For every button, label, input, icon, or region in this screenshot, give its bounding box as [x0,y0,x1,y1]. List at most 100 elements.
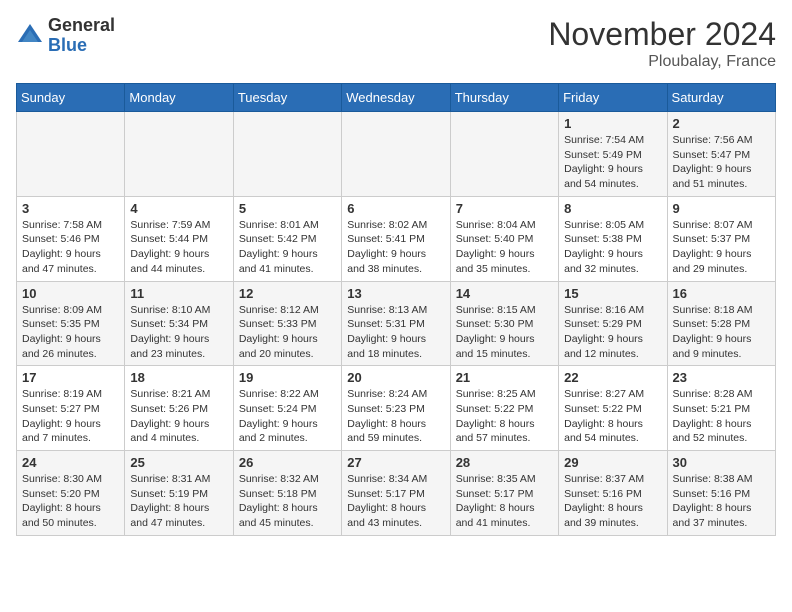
day-number: 1 [564,116,661,131]
day-number: 2 [673,116,770,131]
day-info: Sunrise: 8:37 AMSunset: 5:16 PMDaylight:… [564,472,661,531]
day-info: Sunrise: 7:59 AMSunset: 5:44 PMDaylight:… [130,218,227,277]
calendar-table: SundayMondayTuesdayWednesdayThursdayFrid… [16,83,776,536]
day-number: 7 [456,201,553,216]
weekday-header-wednesday: Wednesday [342,84,450,112]
calendar-week-2: 3 Sunrise: 7:58 AMSunset: 5:46 PMDaylight… [17,196,776,281]
day-number: 9 [673,201,770,216]
day-info: Sunrise: 8:13 AMSunset: 5:31 PMDaylight:… [347,303,444,362]
day-info: Sunrise: 8:34 AMSunset: 5:17 PMDaylight:… [347,472,444,531]
day-number: 15 [564,286,661,301]
day-info: Sunrise: 8:18 AMSunset: 5:28 PMDaylight:… [673,303,770,362]
day-number: 11 [130,286,227,301]
calendar-day-25: 25 Sunrise: 8:31 AMSunset: 5:19 PMDayligh… [125,451,233,536]
calendar-day-23: 23Sunrise: 8:28 AMSunset: 5:21 PMDayligh… [667,366,775,451]
calendar-day-19: 19Sunrise: 8:22 AMSunset: 5:24 PMDayligh… [233,366,341,451]
logo: General Blue [16,16,115,56]
logo-blue: Blue [48,35,87,55]
day-info: Sunrise: 8:38 AMSunset: 5:16 PMDaylight:… [673,472,770,531]
calendar-day-17: 17 Sunrise: 8:19 AMSunset: 5:27 PMDayligh… [17,366,125,451]
day-number: 26 [239,455,336,470]
calendar-day-18: 18 Sunrise: 8:21 AMSunset: 5:26 PMDayligh… [125,366,233,451]
calendar-day-14: 14 Sunrise: 8:15 AMSunset: 5:30 PMDayligh… [450,281,558,366]
day-info: Sunrise: 8:09 AMSunset: 5:35 PMDaylight:… [22,303,119,362]
weekday-header-friday: Friday [559,84,667,112]
calendar-day-26: 26 Sunrise: 8:32 AMSunset: 5:18 PMDayligh… [233,451,341,536]
logo-icon [16,22,44,50]
day-number: 23 [673,370,770,385]
calendar-week-5: 24 Sunrise: 8:30 AMSunset: 5:20 PMDayligh… [17,451,776,536]
calendar-day-24: 24 Sunrise: 8:30 AMSunset: 5:20 PMDayligh… [17,451,125,536]
day-info: Sunrise: 8:25 AMSunset: 5:22 PMDaylight:… [456,387,553,446]
day-info: Sunrise: 7:56 AMSunset: 5:47 PMDaylight:… [673,133,770,192]
calendar-day-13: 13 Sunrise: 8:13 AMSunset: 5:31 PMDayligh… [342,281,450,366]
calendar-day-7: 7 Sunrise: 8:04 AMSunset: 5:40 PMDaylight… [450,196,558,281]
calendar-day-1: 1Sunrise: 7:54 AMSunset: 5:49 PMDaylight… [559,112,667,197]
day-number: 29 [564,455,661,470]
day-info: Sunrise: 8:27 AMSunset: 5:22 PMDaylight:… [564,387,661,446]
logo-general: General [48,15,115,35]
day-info: Sunrise: 8:15 AMSunset: 5:30 PMDaylight:… [456,303,553,362]
empty-day [342,112,450,197]
day-number: 17 [22,370,119,385]
day-number: 20 [347,370,444,385]
calendar-day-30: 30 Sunrise: 8:38 AMSunset: 5:16 PMDayligh… [667,451,775,536]
calendar-week-1: 1Sunrise: 7:54 AMSunset: 5:49 PMDaylight… [17,112,776,197]
calendar-day-15: 15Sunrise: 8:16 AMSunset: 5:29 PMDayligh… [559,281,667,366]
weekday-header-tuesday: Tuesday [233,84,341,112]
title-block: November 2024 Ploubalay, France [548,16,776,71]
day-number: 25 [130,455,227,470]
page-header: General Blue November 2024 Ploubalay, Fr… [16,16,776,71]
day-info: Sunrise: 8:07 AMSunset: 5:37 PMDaylight:… [673,218,770,277]
day-number: 5 [239,201,336,216]
day-info: Sunrise: 8:02 AMSunset: 5:41 PMDaylight:… [347,218,444,277]
day-number: 22 [564,370,661,385]
day-number: 24 [22,455,119,470]
day-info: Sunrise: 8:35 AMSunset: 5:17 PMDaylight:… [456,472,553,531]
calendar-week-4: 17 Sunrise: 8:19 AMSunset: 5:27 PMDayligh… [17,366,776,451]
day-info: Sunrise: 8:21 AMSunset: 5:26 PMDaylight:… [130,387,227,446]
day-info: Sunrise: 8:19 AMSunset: 5:27 PMDaylight:… [22,387,119,446]
calendar-day-10: 10 Sunrise: 8:09 AMSunset: 5:35 PMDayligh… [17,281,125,366]
calendar-day-28: 28Sunrise: 8:35 AMSunset: 5:17 PMDayligh… [450,451,558,536]
calendar-day-4: 4 Sunrise: 7:59 AMSunset: 5:44 PMDaylight… [125,196,233,281]
day-number: 18 [130,370,227,385]
day-info: Sunrise: 8:05 AMSunset: 5:38 PMDaylight:… [564,218,661,277]
month-title: November 2024 [548,16,776,53]
weekday-header-thursday: Thursday [450,84,558,112]
calendar-day-16: 16 Sunrise: 8:18 AMSunset: 5:28 PMDayligh… [667,281,775,366]
day-number: 8 [564,201,661,216]
day-number: 3 [22,201,119,216]
day-number: 16 [673,286,770,301]
day-info: Sunrise: 8:30 AMSunset: 5:20 PMDaylight:… [22,472,119,531]
calendar-day-20: 20 Sunrise: 8:24 AMSunset: 5:23 PMDayligh… [342,366,450,451]
day-info: Sunrise: 7:58 AMSunset: 5:46 PMDaylight:… [22,218,119,277]
calendar-day-29: 29 Sunrise: 8:37 AMSunset: 5:16 PMDayligh… [559,451,667,536]
day-info: Sunrise: 8:24 AMSunset: 5:23 PMDaylight:… [347,387,444,446]
calendar-day-27: 27Sunrise: 8:34 AMSunset: 5:17 PMDayligh… [342,451,450,536]
day-info: Sunrise: 8:12 AMSunset: 5:33 PMDaylight:… [239,303,336,362]
calendar-day-11: 11Sunrise: 8:10 AMSunset: 5:34 PMDayligh… [125,281,233,366]
weekday-header-sunday: Sunday [17,84,125,112]
calendar-day-8: 8 Sunrise: 8:05 AMSunset: 5:38 PMDaylight… [559,196,667,281]
day-number: 13 [347,286,444,301]
day-number: 4 [130,201,227,216]
day-info: Sunrise: 8:04 AMSunset: 5:40 PMDaylight:… [456,218,553,277]
empty-day [17,112,125,197]
day-number: 19 [239,370,336,385]
calendar-week-3: 10 Sunrise: 8:09 AMSunset: 5:35 PMDayligh… [17,281,776,366]
calendar-day-21: 21 Sunrise: 8:25 AMSunset: 5:22 PMDayligh… [450,366,558,451]
day-number: 30 [673,455,770,470]
location: Ploubalay, France [548,53,776,71]
weekday-header-saturday: Saturday [667,84,775,112]
calendar-day-3: 3 Sunrise: 7:58 AMSunset: 5:46 PMDaylight… [17,196,125,281]
calendar-day-5: 5 Sunrise: 8:01 AMSunset: 5:42 PMDaylight… [233,196,341,281]
day-number: 10 [22,286,119,301]
day-number: 6 [347,201,444,216]
day-info: Sunrise: 8:01 AMSunset: 5:42 PMDaylight:… [239,218,336,277]
day-number: 21 [456,370,553,385]
day-info: Sunrise: 8:31 AMSunset: 5:19 PMDaylight:… [130,472,227,531]
day-info: Sunrise: 8:32 AMSunset: 5:18 PMDaylight:… [239,472,336,531]
day-number: 14 [456,286,553,301]
weekday-header-monday: Monday [125,84,233,112]
